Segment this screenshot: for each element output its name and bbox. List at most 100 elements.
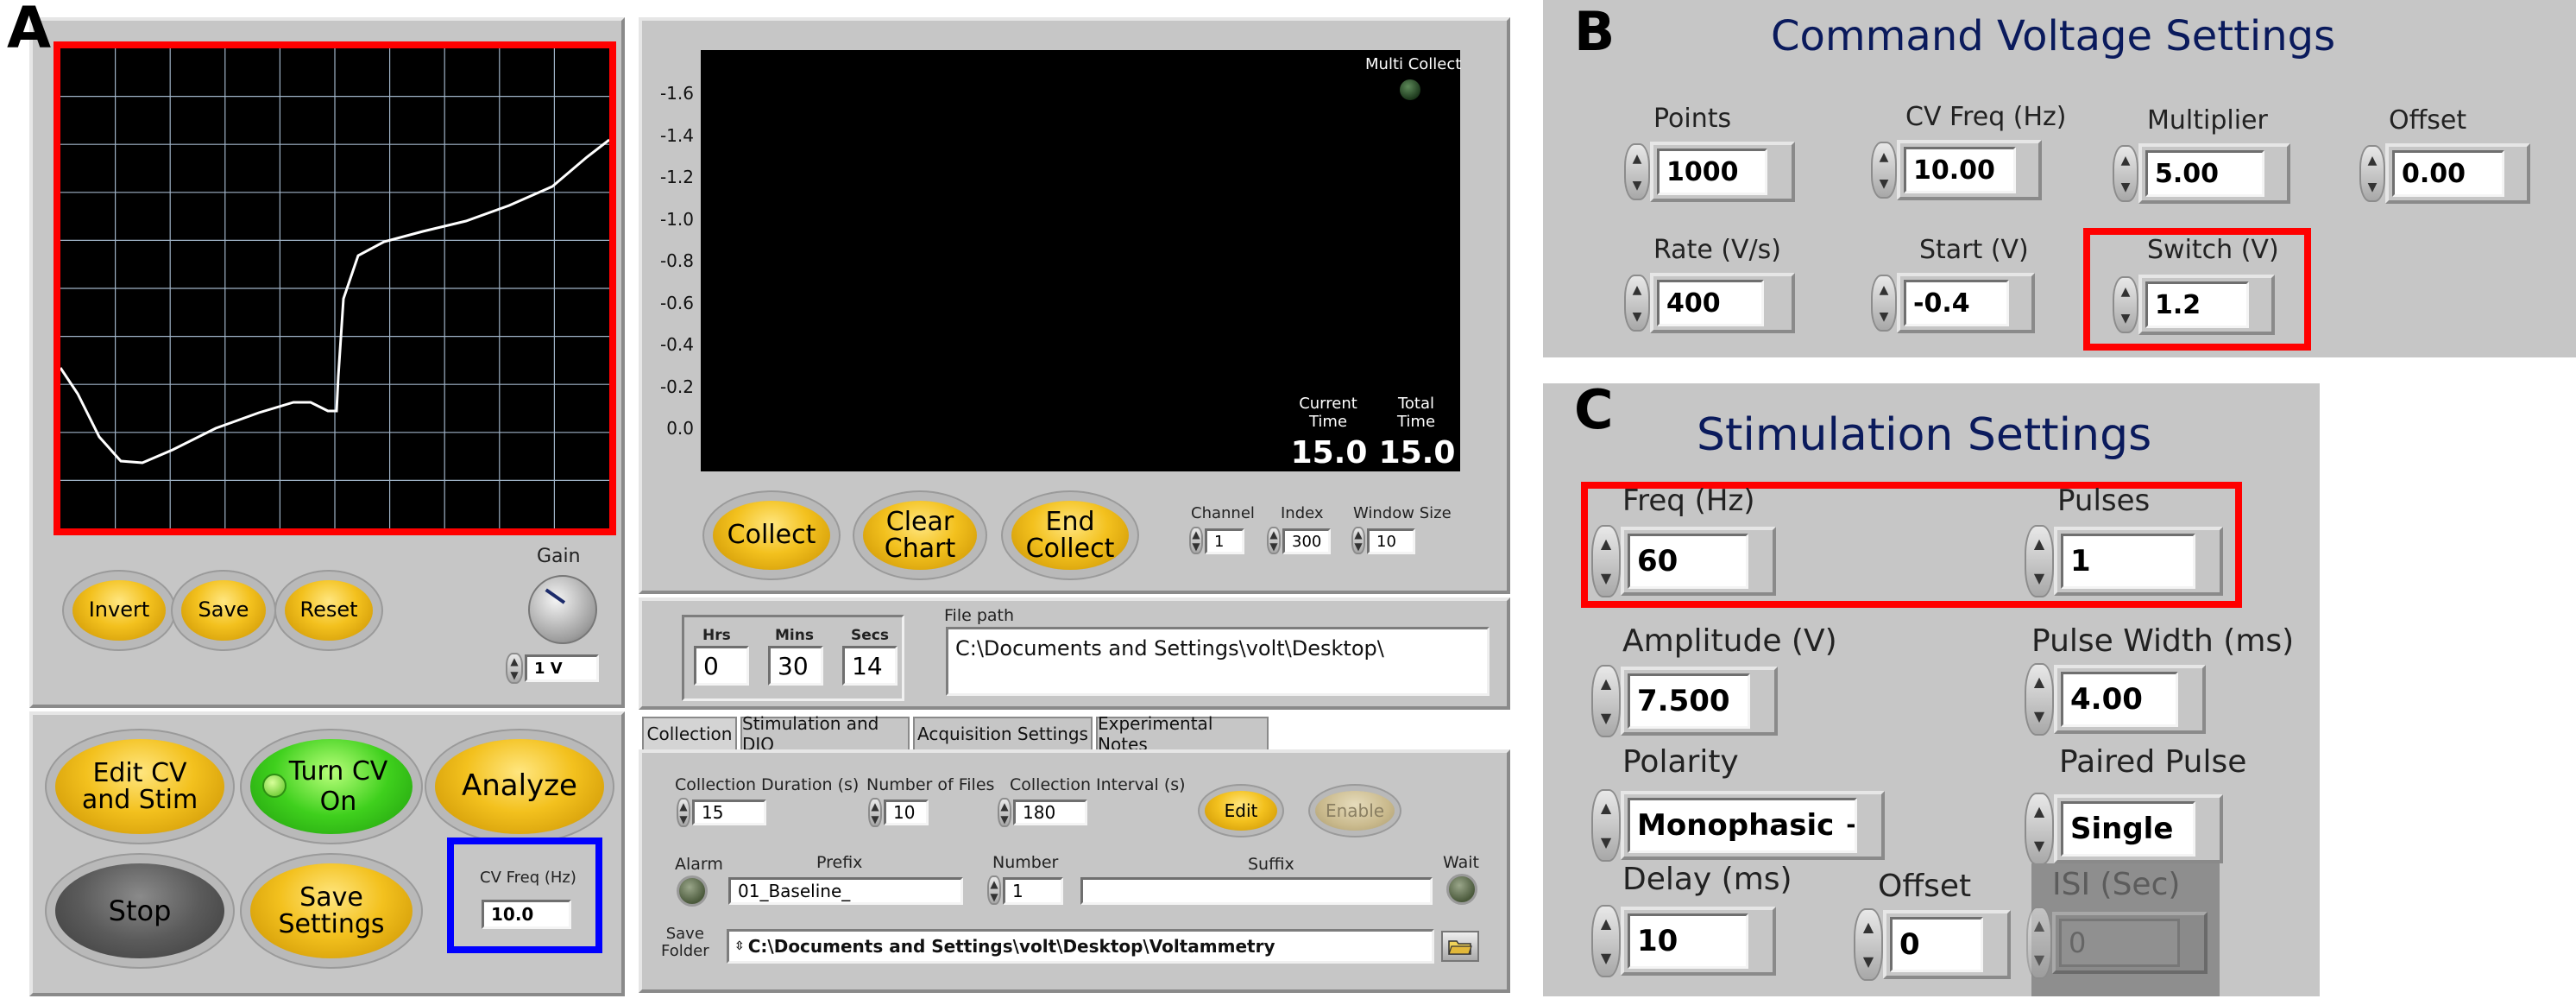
total-time-label: Total Time: [1396, 395, 1436, 431]
offset-spinner-stim[interactable]: ▲ ▼: [1854, 908, 1883, 981]
reset-button[interactable]: Reset: [285, 580, 373, 641]
cv-freq-hz-field[interactable]: 10.00: [1904, 147, 2016, 193]
pulses-field[interactable]: 1: [2061, 534, 2195, 589]
number-of-files-field[interactable]: 10: [884, 800, 929, 825]
tab-strip: Collection Stimulation and DIO Acquisiti…: [642, 713, 1505, 755]
collection-interval-spinner[interactable]: ▲ ▼: [998, 798, 1011, 827]
offset-field-stim[interactable]: 0: [1890, 917, 1983, 972]
pulses-spinner[interactable]: ▲ ▼: [2025, 525, 2054, 597]
prefix-field[interactable]: 01_Baseline_: [728, 877, 963, 905]
isi-field[interactable]: 0: [2059, 919, 2180, 967]
browse-folder-button[interactable]: [1441, 931, 1479, 962]
suffix-field[interactable]: [1080, 877, 1433, 905]
polarity-select[interactable]: Monophasic +: [1628, 798, 1857, 853]
hrs-label: Hrs: [702, 627, 731, 644]
tab-experimental-notes[interactable]: Experimental Notes: [1096, 713, 1269, 755]
wait-led[interactable]: [1446, 874, 1477, 905]
amplitude-spinner[interactable]: ▲ ▼: [1591, 665, 1621, 737]
points-field[interactable]: 1000: [1657, 149, 1767, 195]
chart-y-tick-label: 0.0: [666, 418, 694, 439]
multiplier-field[interactable]: 5.00: [2145, 150, 2264, 197]
cv-freq-field[interactable]: 10.0: [482, 900, 571, 929]
alarm-led[interactable]: [677, 875, 708, 907]
cv-freq-hz-label: CV Freq (Hz): [1905, 102, 2067, 132]
collect-button[interactable]: Collect: [713, 501, 830, 570]
paired-pulse-spinner[interactable]: ▲ ▼: [2025, 793, 2054, 865]
suffix-label: Suffix: [1248, 855, 1294, 874]
multi-collect-led[interactable]: [1400, 79, 1420, 100]
turn-cv-on-label: Turn CV On: [288, 756, 388, 817]
delay-spinner[interactable]: ▲ ▼: [1591, 905, 1621, 977]
command-voltage-title: Command Voltage Settings: [1771, 12, 2336, 60]
delay-label: Delay (ms): [1622, 862, 1792, 897]
delay-field[interactable]: 10: [1628, 913, 1748, 969]
chart-y-tick-label: -1.0: [659, 208, 694, 230]
offset-label-cv: Offset: [2389, 105, 2467, 136]
secs-field[interactable]: 14: [842, 646, 898, 686]
paired-pulse-select[interactable]: Single: [2061, 801, 2195, 856]
points-spinner[interactable]: ▲ ▼: [1624, 143, 1650, 200]
gain-value-field[interactable]: 1 V: [525, 654, 599, 682]
start-spinner[interactable]: ▲ ▼: [1871, 275, 1897, 332]
channel-field[interactable]: 1: [1205, 528, 1244, 554]
edit-button[interactable]: Edit: [1205, 791, 1277, 831]
hrs-field[interactable]: 0: [694, 646, 749, 686]
pulse-width-spinner[interactable]: ▲ ▼: [2025, 663, 2054, 736]
freq-spinner[interactable]: ▲ ▼: [1591, 525, 1621, 597]
end-collect-button[interactable]: End Collect: [1011, 501, 1129, 570]
number-of-files-spinner[interactable]: ▲ ▼: [868, 798, 882, 827]
index-field[interactable]: 300: [1282, 528, 1331, 554]
chart-y-tick-label: -1.4: [659, 124, 694, 146]
save-folder-field[interactable]: ⇳ C:\Documents and Settings\volt\Desktop…: [727, 929, 1434, 964]
cv-plot-grid: [60, 48, 609, 528]
analyze-button[interactable]: Analyze: [435, 739, 604, 834]
gain-knob[interactable]: [528, 575, 597, 644]
number-field[interactable]: 1: [1003, 877, 1063, 905]
collection-duration-field[interactable]: 15: [692, 800, 766, 825]
collection-duration-spinner[interactable]: ▲ ▼: [677, 798, 690, 827]
save-button[interactable]: Save: [181, 580, 266, 641]
number-spinner[interactable]: ▲ ▼: [987, 875, 1001, 905]
gain-label: Gain: [537, 546, 581, 567]
switch-spinner[interactable]: ▲ ▼: [2113, 276, 2138, 333]
alarm-label: Alarm: [675, 855, 723, 874]
file-path-label: File path: [944, 606, 1015, 625]
tab-acquisition-settings[interactable]: Acquisition Settings: [913, 717, 1093, 749]
invert-button[interactable]: Invert: [72, 580, 166, 641]
amplitude-field[interactable]: 7.500: [1628, 673, 1750, 729]
window-size-label: Window Size: [1353, 504, 1452, 522]
turn-cv-on-button[interactable]: Turn CV On: [250, 739, 413, 834]
save-settings-button[interactable]: Save Settings: [250, 863, 413, 958]
polarity-spinner[interactable]: ▲ ▼: [1591, 789, 1621, 862]
tab-collection[interactable]: Collection: [642, 717, 737, 749]
freq-field[interactable]: 60: [1628, 534, 1748, 589]
isi-spinner[interactable]: ▲ ▼: [2026, 907, 2052, 979]
switch-field[interactable]: 1.2: [2145, 281, 2249, 328]
mins-field[interactable]: 30: [768, 646, 823, 686]
tab-stimulation-and-dio[interactable]: Stimulation and DIO: [740, 713, 910, 755]
cv-freq-spinner[interactable]: ▲ ▼: [1871, 142, 1897, 199]
number-label: Number: [992, 853, 1059, 872]
panel-a: A Invert Save Reset Gain ▲ ▼ 1 V Edit CV …: [0, 0, 1536, 1005]
collection-interval-field[interactable]: 180: [1013, 800, 1087, 825]
edit-cv-and-stim-button[interactable]: Edit CV and Stim: [55, 739, 224, 834]
multiplier-spinner[interactable]: ▲ ▼: [2113, 145, 2138, 202]
channel-spinner[interactable]: ▲ ▼: [1189, 527, 1203, 554]
window-size-field[interactable]: 10: [1367, 528, 1415, 554]
enable-button[interactable]: Enable: [1315, 791, 1395, 831]
start-field[interactable]: -0.4: [1904, 280, 2009, 326]
channel-label: Channel: [1191, 504, 1255, 522]
clear-chart-button[interactable]: Clear Chart: [863, 501, 977, 570]
chart-y-tick-label: -0.4: [659, 334, 694, 355]
rate-field[interactable]: 400: [1657, 280, 1764, 326]
gain-spinner[interactable]: ▲ ▼: [506, 653, 523, 684]
file-path-field[interactable]: C:\Documents and Settings\volt\Desktop\: [946, 627, 1490, 696]
window-size-spinner[interactable]: ▲ ▼: [1351, 527, 1365, 554]
rate-spinner[interactable]: ▲ ▼: [1624, 275, 1650, 332]
offset-field-cv[interactable]: 0.00: [2392, 150, 2504, 197]
pulse-width-field[interactable]: 4.00: [2061, 672, 2178, 727]
panel-c: C Stimulation Settings Freq (Hz) ▲ ▼ 60 P…: [1543, 378, 2320, 996]
offset-spinner-cv[interactable]: ▲ ▼: [2359, 145, 2385, 202]
index-spinner[interactable]: ▲ ▼: [1267, 527, 1281, 554]
stop-button[interactable]: Stop: [55, 863, 224, 958]
